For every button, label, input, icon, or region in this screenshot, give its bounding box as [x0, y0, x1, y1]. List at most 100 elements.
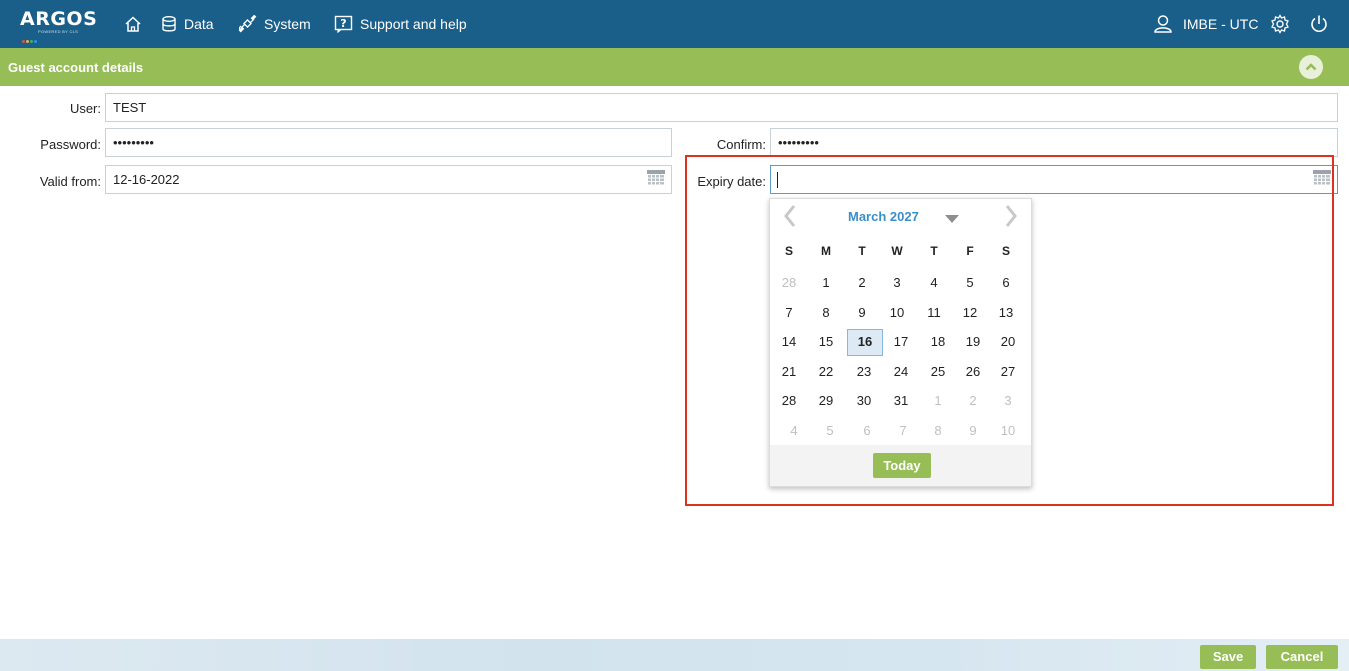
- text-caret: [777, 172, 778, 188]
- day-cell[interactable]: 7: [885, 419, 921, 443]
- day-cell[interactable]: 11: [916, 301, 952, 325]
- gear-icon: [1270, 14, 1290, 34]
- password-field[interactable]: •••••••••: [105, 128, 672, 157]
- day-cell[interactable]: 27: [990, 360, 1026, 384]
- day-cell[interactable]: 2: [955, 389, 991, 413]
- valid-from-label: Valid from:: [39, 174, 101, 189]
- logout-button[interactable]: [1309, 14, 1329, 34]
- argos-logo[interactable]: ARGOS POWERED BY CLS: [20, 8, 98, 43]
- day-cell[interactable]: 10: [879, 301, 915, 325]
- section-title: Guest account details: [8, 60, 144, 75]
- day-cell[interactable]: 15: [808, 330, 844, 354]
- password-field-label: Password:: [40, 137, 101, 152]
- nav-support[interactable]: ? Support and help: [334, 14, 467, 34]
- day-cell[interactable]: 6: [849, 419, 885, 443]
- user-label: IMBE - UTC: [1183, 16, 1259, 32]
- weekday-header: S: [1001, 244, 1010, 258]
- day-cell[interactable]: 4: [776, 419, 812, 443]
- bottom-action-bar: Save Cancel: [0, 639, 1349, 671]
- today-button[interactable]: Today: [873, 453, 931, 478]
- nav-system-label: System: [264, 16, 311, 32]
- prev-month-button[interactable]: [778, 204, 802, 230]
- weekday-header: M: [821, 244, 831, 258]
- password-field-value: •••••••••: [113, 135, 154, 150]
- day-cell[interactable]: 21: [771, 360, 807, 384]
- valid-from-value: 12-16-2022: [113, 172, 180, 187]
- day-cell[interactable]: 31: [883, 389, 919, 413]
- day-cell[interactable]: 3: [990, 389, 1026, 413]
- day-cell[interactable]: 20: [990, 330, 1026, 354]
- user-field[interactable]: TEST: [105, 93, 1338, 122]
- logo-text: ARGOS: [20, 8, 98, 30]
- user-field-label: User:: [69, 101, 101, 116]
- svg-text:?: ?: [340, 17, 346, 30]
- nav-data-label: Data: [184, 16, 214, 32]
- day-cell[interactable]: 3: [879, 271, 915, 295]
- day-cell[interactable]: 1: [808, 271, 844, 295]
- chevron-left-icon: [784, 204, 796, 230]
- cancel-button[interactable]: Cancel: [1266, 645, 1338, 669]
- day-cell[interactable]: 30: [846, 389, 882, 413]
- day-cell[interactable]: 12: [952, 301, 988, 325]
- nav-system[interactable]: System: [238, 14, 311, 34]
- day-cell[interactable]: 9: [955, 419, 991, 443]
- day-cell[interactable]: 17: [883, 330, 919, 354]
- confirm-field-label: Confirm:: [716, 137, 766, 152]
- section-header: Guest account details: [0, 48, 1349, 86]
- day-cell[interactable]: 8: [920, 419, 956, 443]
- expiry-date-label: Expiry date:: [697, 174, 766, 189]
- caret-down-icon[interactable]: [945, 211, 959, 226]
- day-cell[interactable]: 18: [920, 330, 956, 354]
- top-navbar: ARGOS POWERED BY CLS Data System ? Suppo…: [0, 0, 1349, 48]
- day-cell[interactable]: 24: [883, 360, 919, 384]
- day-cell[interactable]: 2: [844, 271, 880, 295]
- valid-from-field[interactable]: 12-16-2022: [105, 165, 672, 194]
- logo-dots: [22, 31, 38, 46]
- weekday-header: T: [930, 244, 938, 258]
- day-cell[interactable]: 28: [771, 389, 807, 413]
- day-cell[interactable]: 19: [955, 330, 991, 354]
- day-cell[interactable]: 22: [808, 360, 844, 384]
- month-title[interactable]: March 2027: [848, 209, 919, 224]
- day-cell[interactable]: 5: [812, 419, 848, 443]
- day-cell[interactable]: 9: [844, 301, 880, 325]
- day-cell[interactable]: 26: [955, 360, 991, 384]
- day-cell[interactable]: 6: [988, 271, 1024, 295]
- collapse-button[interactable]: [1299, 55, 1323, 79]
- nav-user[interactable]: IMBE - UTC: [1153, 14, 1258, 34]
- day-cell[interactable]: 13: [988, 301, 1024, 325]
- chevron-right-icon: [1005, 204, 1017, 230]
- day-cell[interactable]: 1: [920, 389, 956, 413]
- calendar-icon[interactable]: [1313, 170, 1331, 186]
- next-month-button[interactable]: [999, 204, 1023, 230]
- confirm-field-value: •••••••••: [778, 135, 819, 150]
- help-icon: ?: [334, 15, 354, 33]
- weekday-header: T: [858, 244, 866, 258]
- weekday-header: F: [966, 244, 974, 258]
- datepicker-footer: Today: [770, 445, 1031, 486]
- calendar-icon[interactable]: [647, 170, 665, 186]
- day-cell[interactable]: 7: [771, 301, 807, 325]
- home-icon: [124, 15, 142, 33]
- day-cell[interactable]: 14: [771, 330, 807, 354]
- power-icon: [1309, 14, 1329, 34]
- day-cell[interactable]: 25: [920, 360, 956, 384]
- day-cell[interactable]: 29: [808, 389, 844, 413]
- confirm-field[interactable]: •••••••••: [770, 128, 1338, 157]
- weekday-header: W: [891, 244, 903, 258]
- datepicker-popup: March 2027 S M T W T F S 28 1 2 3 4 5 6 …: [769, 198, 1032, 487]
- day-cell[interactable]: 10: [990, 419, 1026, 443]
- settings-button[interactable]: [1270, 14, 1290, 34]
- day-cell[interactable]: 28: [771, 271, 807, 295]
- nav-home[interactable]: [124, 14, 142, 34]
- day-cell[interactable]: 5: [952, 271, 988, 295]
- day-cell[interactable]: 8: [808, 301, 844, 325]
- day-cell[interactable]: 4: [916, 271, 952, 295]
- save-button[interactable]: Save: [1200, 645, 1256, 669]
- day-cell-selected[interactable]: 16: [847, 330, 883, 354]
- chevron-up-icon: [1305, 60, 1317, 75]
- user-field-value: TEST: [113, 100, 147, 115]
- nav-data[interactable]: Data: [160, 14, 214, 34]
- expiry-date-field[interactable]: [770, 165, 1338, 194]
- day-cell[interactable]: 23: [846, 360, 882, 384]
